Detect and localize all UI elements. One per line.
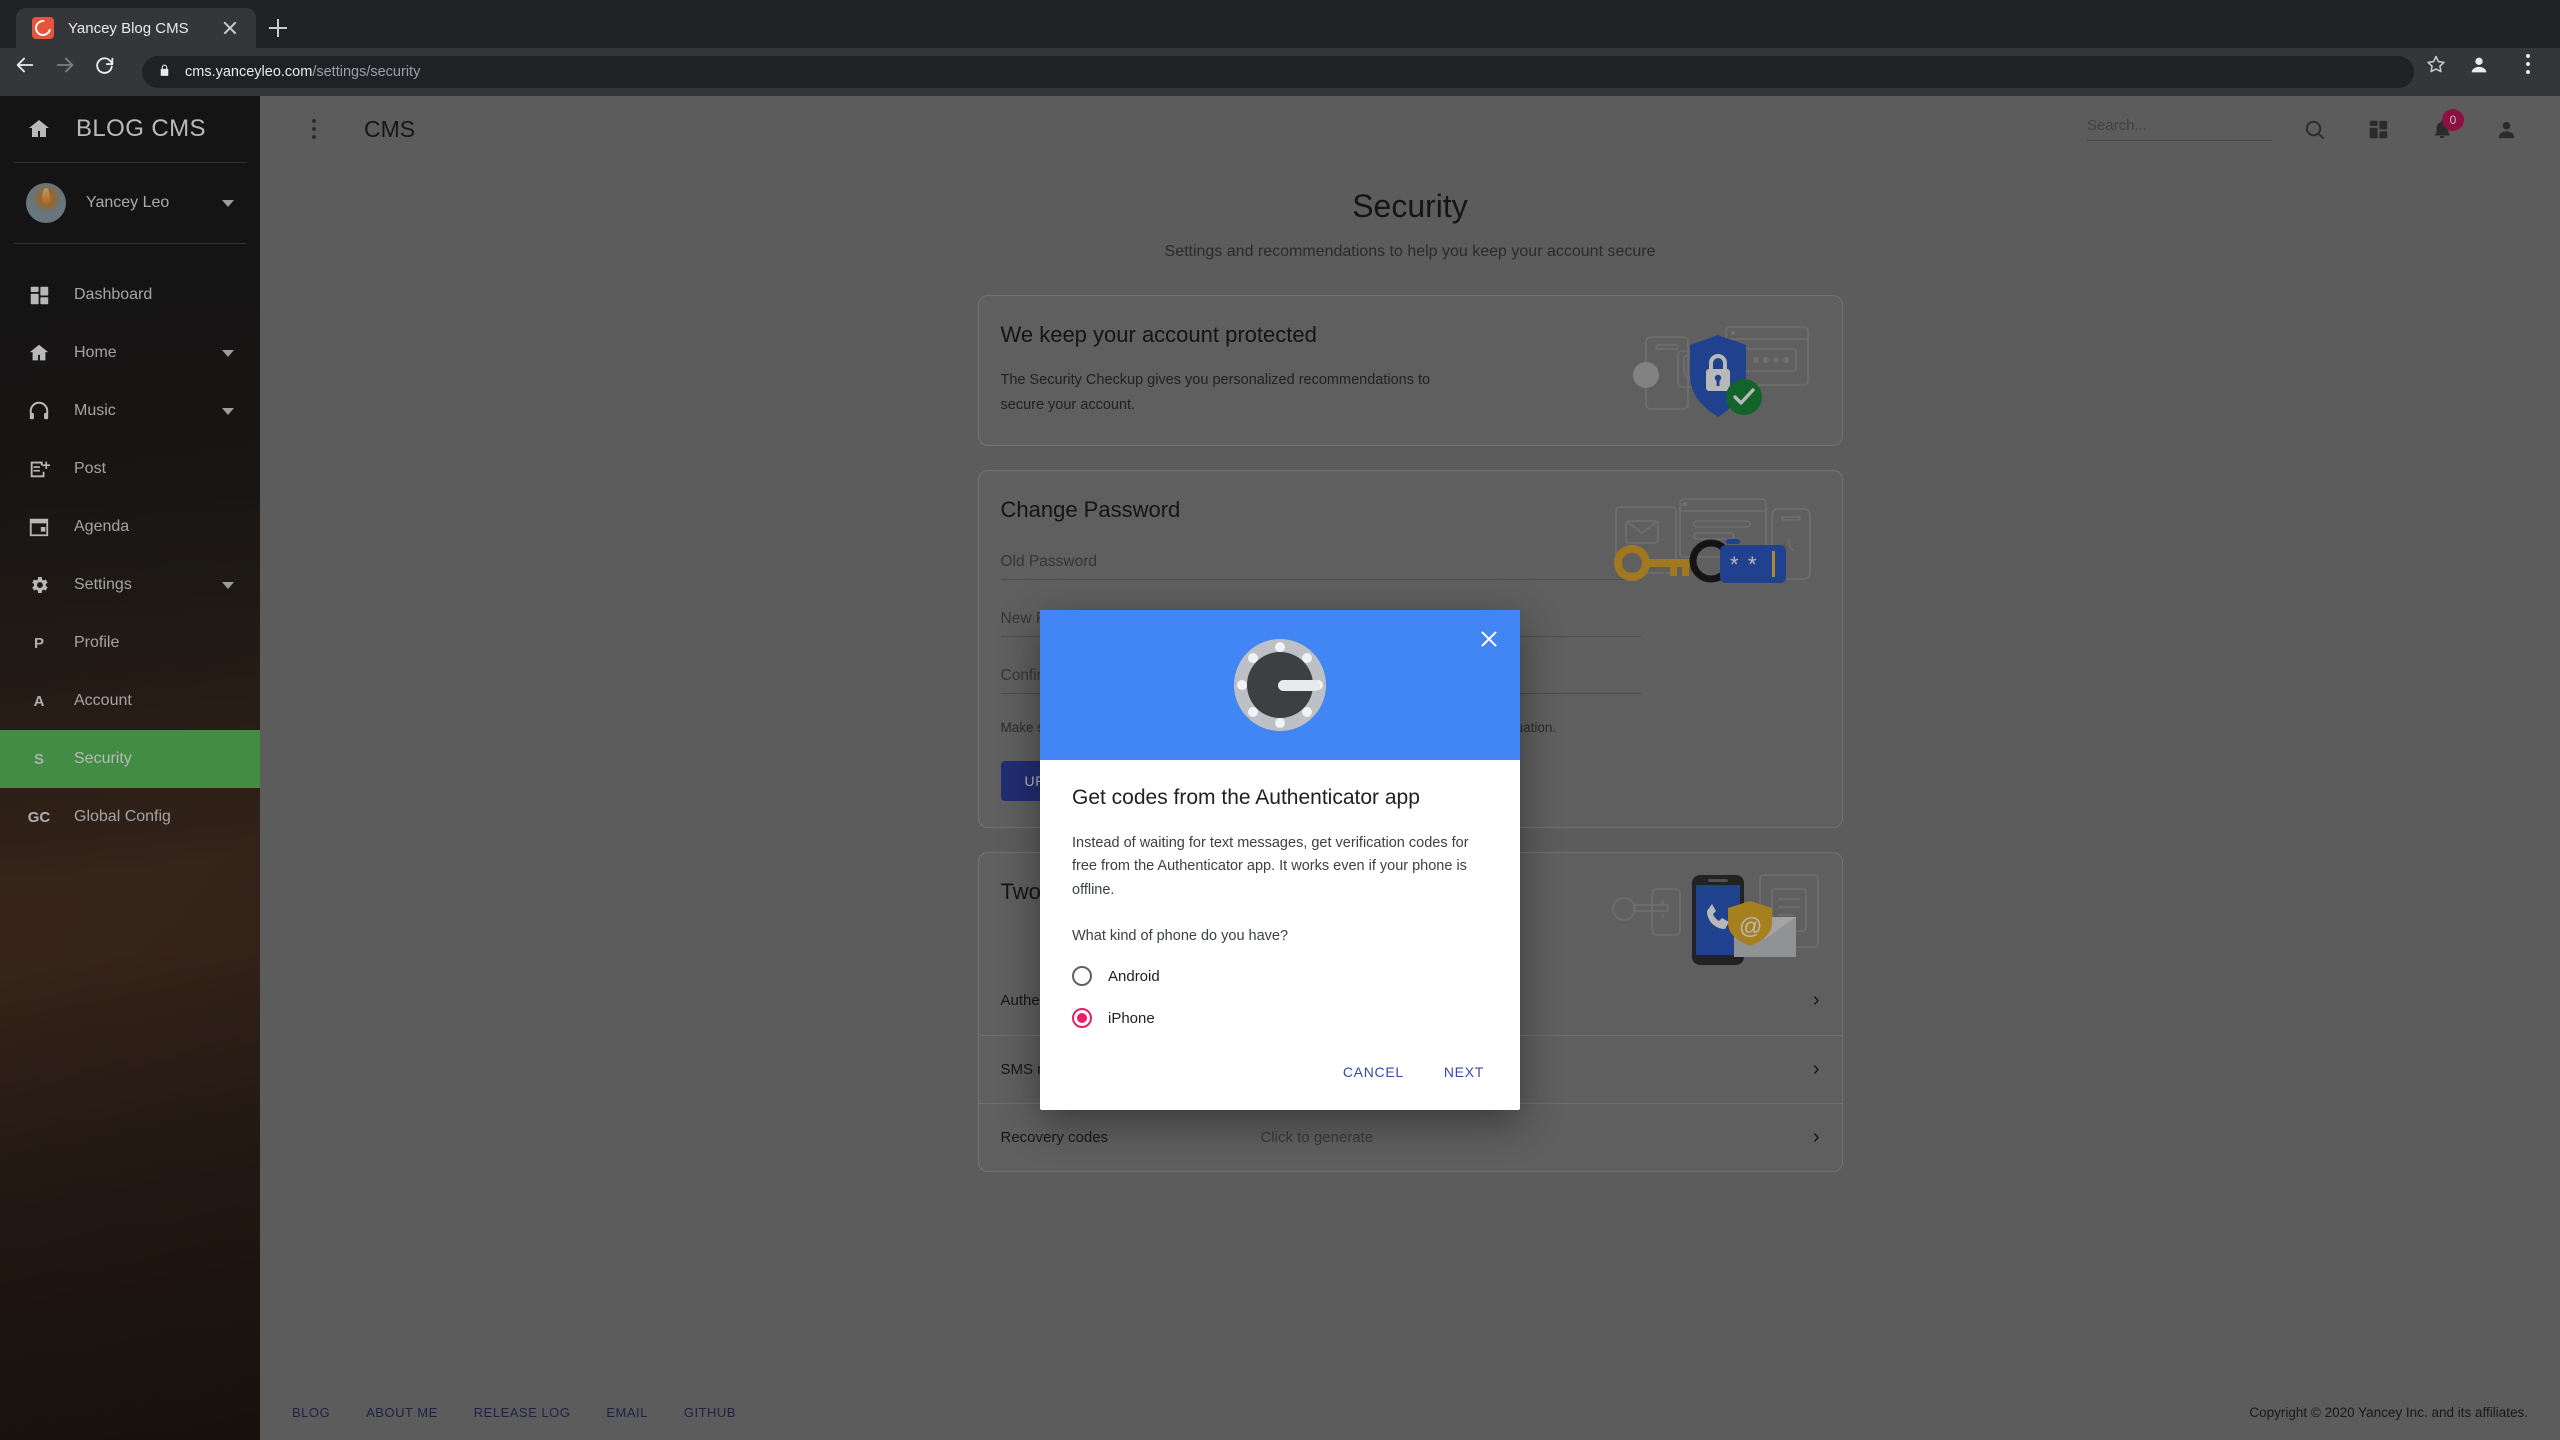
radio-label: iPhone	[1108, 1009, 1155, 1027]
close-icon[interactable]	[220, 18, 240, 38]
reload-icon[interactable]	[94, 54, 130, 90]
browser-tab-title: Yancey Blog CMS	[68, 19, 189, 37]
browser-window: Yancey Blog CMS cms.yanceyleo.com/settin…	[0, 0, 2560, 1440]
modal-description: Instead of waiting for text messages, ge…	[1072, 835, 1469, 898]
url-host: cms.yanceyleo.com	[185, 64, 313, 80]
modal-question: What kind of phone do you have?	[1072, 928, 1289, 945]
browser-tab[interactable]: Yancey Blog CMS	[16, 8, 256, 48]
cms-app: BLOG CMS Yancey Leo Dashboard Home Music…	[0, 96, 2560, 1440]
url-bar[interactable]: cms.yanceyleo.com/settings/security	[142, 56, 2414, 88]
browser-omnibar: cms.yanceyleo.com/settings/security	[0, 48, 2560, 96]
star-icon[interactable]	[2426, 54, 2462, 90]
url-path: /settings/security	[312, 64, 421, 80]
modal-hero	[1040, 610, 1520, 760]
authenticator-modal: Get codes from the Authenticator app Ins…	[1040, 610, 1520, 1111]
radio-icon-selected[interactable]	[1072, 1008, 1092, 1029]
forward-arrow-icon[interactable]	[54, 54, 90, 90]
radio-icon[interactable]	[1072, 966, 1092, 987]
new-tab-button[interactable]	[256, 8, 300, 48]
back-arrow-icon[interactable]	[14, 54, 50, 90]
radio-option-android[interactable]: Android	[1072, 966, 1488, 987]
cancel-button[interactable]: CANCEL	[1331, 1054, 1416, 1090]
modal-title: Get codes from the Authenticator app	[1072, 786, 1420, 809]
close-icon[interactable]	[1476, 626, 1502, 652]
browser-profile-icon[interactable]	[2468, 54, 2504, 90]
browser-tabstrip: Yancey Blog CMS	[0, 0, 2560, 48]
browser-menu-icon[interactable]	[2510, 54, 2546, 90]
radio-option-iphone[interactable]: iPhone	[1072, 1008, 1488, 1029]
next-button[interactable]: NEXT	[1432, 1054, 1496, 1090]
yancey-logo-icon	[32, 17, 54, 39]
lock-icon	[158, 63, 171, 82]
modal-actions: CANCEL NEXT	[1040, 1028, 1520, 1110]
modal-body: Get codes from the Authenticator app Ins…	[1040, 760, 1520, 1029]
google-authenticator-icon	[1226, 631, 1334, 739]
radio-label: Android	[1108, 967, 1160, 985]
